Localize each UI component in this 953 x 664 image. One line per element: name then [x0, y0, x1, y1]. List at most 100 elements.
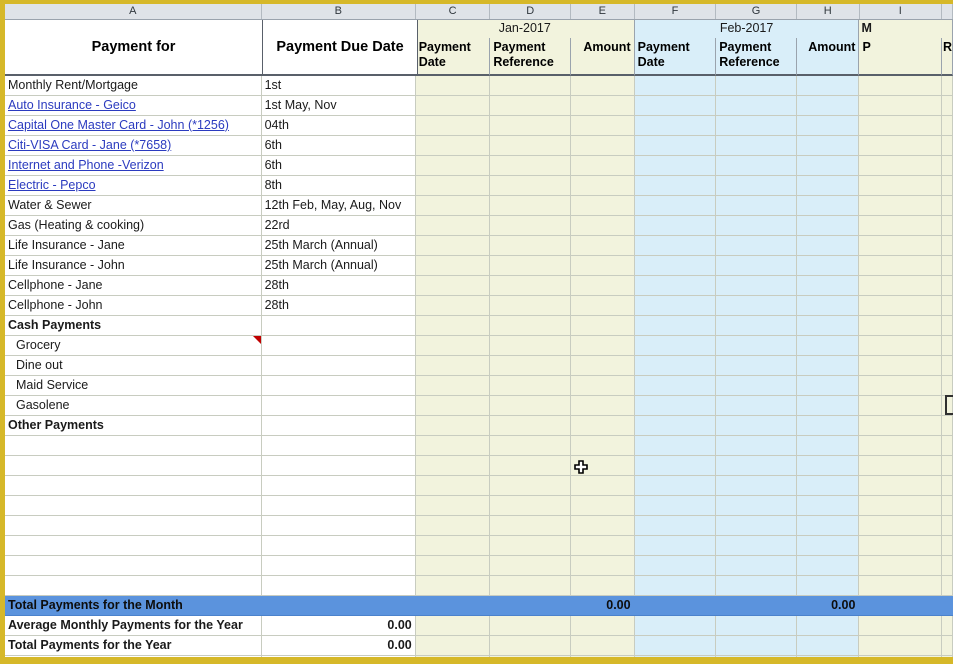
payment-for-link[interactable]: Capital One Master Card - John (*1256) — [8, 118, 229, 132]
cell-i[interactable] — [859, 356, 943, 375]
cell-e[interactable] — [570, 316, 635, 335]
cell-g[interactable] — [716, 176, 797, 195]
summary-cell-c[interactable] — [415, 596, 491, 615]
column-header-b[interactable]: B — [261, 4, 416, 19]
cell-c[interactable] — [415, 516, 491, 535]
cell-h[interactable] — [796, 576, 860, 595]
table-row[interactable] — [5, 536, 953, 556]
cell-d[interactable] — [490, 516, 571, 535]
cell-payment-due-date[interactable] — [261, 356, 416, 375]
column-header-f[interactable]: F — [634, 4, 717, 19]
cell-payment-due-date[interactable] — [261, 436, 416, 455]
cell-f[interactable] — [634, 296, 717, 315]
cell-payment-due-date[interactable]: 22rd — [261, 216, 416, 235]
cell-h[interactable] — [796, 136, 860, 155]
cell-c[interactable] — [415, 396, 491, 415]
cell-h[interactable] — [796, 656, 860, 657]
cell-c[interactable] — [415, 176, 491, 195]
summary-cell-f[interactable] — [634, 596, 717, 615]
cell-i[interactable] — [859, 96, 942, 115]
table-row[interactable]: Electric - Pepco 8th — [5, 176, 953, 196]
summary-cell-d[interactable] — [490, 636, 571, 655]
cell-h[interactable] — [796, 76, 860, 95]
cell-f[interactable] — [634, 276, 717, 295]
cell-f[interactable] — [634, 216, 717, 235]
column-header-h[interactable]: H — [796, 4, 860, 19]
cell-c[interactable] — [415, 456, 491, 475]
summary-cell-e[interactable] — [570, 636, 635, 655]
summary-cell-i[interactable] — [859, 636, 942, 655]
cell-e[interactable] — [570, 516, 635, 535]
cell-g[interactable] — [716, 556, 797, 575]
cell-c[interactable] — [415, 276, 491, 295]
cell-payment-due-date[interactable]: 04th — [261, 116, 416, 135]
summary-cell-e[interactable] — [570, 616, 635, 635]
cell-g[interactable] — [716, 216, 797, 235]
cell-h[interactable] — [796, 276, 860, 295]
payment-for-link[interactable]: Auto Insurance - Geico — [8, 98, 136, 112]
cell-payment-for[interactable] — [5, 516, 262, 535]
cell-payment-due-date[interactable]: 6th — [261, 156, 416, 175]
cell-e[interactable] — [570, 416, 635, 435]
cell-payment-due-date[interactable]: 25th March (Annual) — [261, 236, 416, 255]
cell-payment-due-date[interactable] — [261, 516, 416, 535]
table-row[interactable]: Grocery — [5, 336, 953, 356]
cell-payment-for[interactable] — [5, 476, 262, 495]
payment-for-link[interactable]: Internet and Phone -Verizon — [8, 158, 164, 172]
summary-row[interactable]: Average Monthly Payments for the Year 0.0… — [5, 616, 953, 636]
cell-h[interactable] — [796, 196, 860, 215]
cell-f[interactable] — [634, 496, 717, 515]
summary-cell-j[interactable] — [942, 616, 953, 635]
cell-c[interactable] — [415, 156, 491, 175]
cell-payment-for[interactable]: Grocery — [5, 336, 262, 355]
table-row[interactable]: Gas (Heating & cooking) 22rd — [5, 216, 953, 236]
cell-j[interactable] — [942, 476, 953, 495]
cell-e[interactable] — [570, 656, 635, 657]
cell-c[interactable] — [415, 256, 491, 275]
cell-payment-due-date[interactable] — [261, 456, 416, 475]
cell-i[interactable] — [859, 436, 942, 455]
column-header-strip[interactable]: ABCDEFGHI — [5, 4, 953, 20]
cell-f[interactable] — [634, 356, 717, 375]
cell-j[interactable] — [942, 216, 953, 235]
cell-c[interactable] — [415, 496, 491, 515]
cell-d[interactable] — [490, 376, 571, 395]
summary-value-cell[interactable] — [261, 596, 416, 615]
cell-i[interactable] — [859, 656, 942, 657]
cell-d[interactable] — [490, 116, 571, 135]
column-header-g[interactable]: G — [716, 4, 797, 19]
cell-d[interactable] — [490, 496, 571, 515]
summary-value-cell[interactable]: 0.00 — [261, 616, 416, 635]
summary-cell-g[interactable] — [716, 616, 797, 635]
cell-e[interactable] — [570, 156, 635, 175]
cell-g[interactable] — [716, 416, 797, 435]
cell-f[interactable] — [634, 96, 717, 115]
cell-f[interactable] — [634, 436, 717, 455]
cell-d[interactable] — [490, 136, 571, 155]
cell-e[interactable] — [570, 336, 635, 355]
data-grid[interactable]: Monthly Rent/Mortgage 1st Auto Insurance -… — [5, 76, 953, 596]
column-header-c[interactable]: C — [415, 4, 491, 19]
cell-payment-due-date[interactable] — [261, 336, 416, 355]
cell-payment-due-date[interactable] — [261, 376, 416, 395]
cell-d[interactable] — [490, 156, 571, 175]
cell-h[interactable] — [796, 556, 860, 575]
cell-payment-due-date[interactable]: 28th — [261, 276, 416, 295]
table-row[interactable]: Cash Payments — [5, 316, 953, 336]
cell-i[interactable] — [859, 516, 942, 535]
cell-g[interactable] — [716, 656, 797, 657]
cell-g[interactable] — [716, 296, 797, 315]
cell-f[interactable] — [634, 456, 717, 475]
cell-i[interactable] — [859, 456, 942, 475]
cell-payment-due-date[interactable]: 6th — [261, 136, 416, 155]
summary-cell-g[interactable] — [716, 596, 797, 615]
cell-j[interactable] — [942, 96, 953, 115]
cell-h[interactable] — [796, 396, 860, 415]
cell-c[interactable] — [415, 436, 491, 455]
cell-payment-for[interactable] — [5, 536, 262, 555]
cell-payment-for[interactable] — [5, 576, 262, 595]
table-row[interactable]: Gasolene — [5, 396, 953, 416]
cell-g[interactable] — [716, 456, 797, 475]
cell-g[interactable] — [716, 356, 797, 375]
table-row[interactable]: Internet and Phone -Verizon 6th — [5, 156, 953, 176]
